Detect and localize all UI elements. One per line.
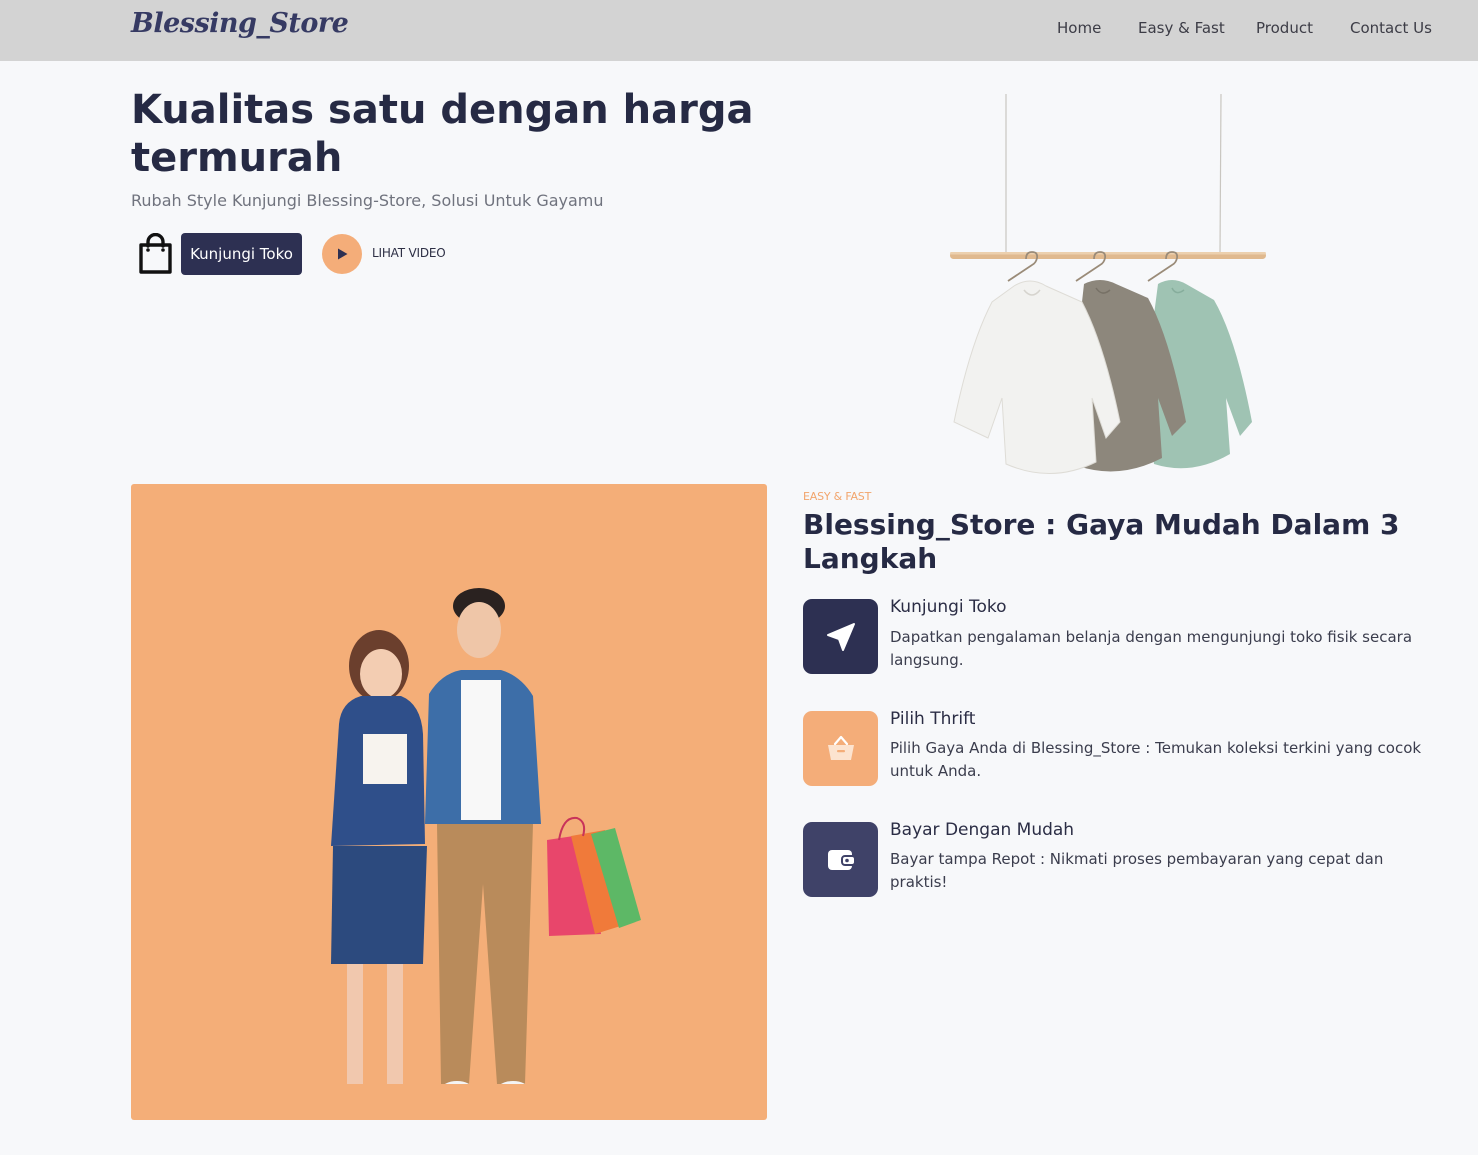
step-description: Bayar tampa Repot : Nikmati proses pemba… <box>890 850 1384 891</box>
send-icon <box>803 599 878 674</box>
step-title: Pilih Thrift <box>890 709 976 729</box>
nav-link-easy-fast[interactable]: Easy & Fast <box>1138 19 1225 37</box>
play-video-button[interactable] <box>322 234 362 274</box>
nav-link-contact[interactable]: Contact Us <box>1350 19 1432 37</box>
hero-title: Kualitas satu dengan harga termurah <box>131 87 754 181</box>
shopping-bag-icon <box>137 232 174 275</box>
couple-shopping-image <box>331 588 641 1084</box>
watch-video-link[interactable]: LIHAT VIDEO <box>372 246 446 260</box>
basket-icon <box>803 711 878 786</box>
section-eyebrow: EASY & FAST <box>803 490 872 503</box>
nav-link-product[interactable]: Product <box>1256 19 1313 37</box>
clothes-rack-image <box>950 93 1266 474</box>
logo[interactable]: Blessing_Store <box>131 8 349 39</box>
play-icon <box>338 248 348 260</box>
navbar: Blessing_Store Home Easy & Fast Product … <box>0 0 1478 61</box>
nav-link-home[interactable]: Home <box>1057 19 1101 37</box>
step-description: Dapatkan pengalaman belanja dengan mengu… <box>890 628 1413 669</box>
steps-title: Blessing_Store : Gaya Mudah Dalam 3 Lang… <box>803 508 1400 575</box>
step-title: Bayar Dengan Mudah <box>890 820 1075 840</box>
visit-store-button[interactable]: Kunjungi Toko <box>181 233 302 275</box>
couple-photo-panel <box>131 484 767 1120</box>
wallet-icon <box>803 822 878 897</box>
hero-subtitle: Rubah Style Kunjungi Blessing-Store, Sol… <box>131 191 604 210</box>
step-title: Kunjungi Toko <box>890 597 1007 617</box>
step-description: Pilih Gaya Anda di Blessing_Store : Temu… <box>890 739 1422 780</box>
